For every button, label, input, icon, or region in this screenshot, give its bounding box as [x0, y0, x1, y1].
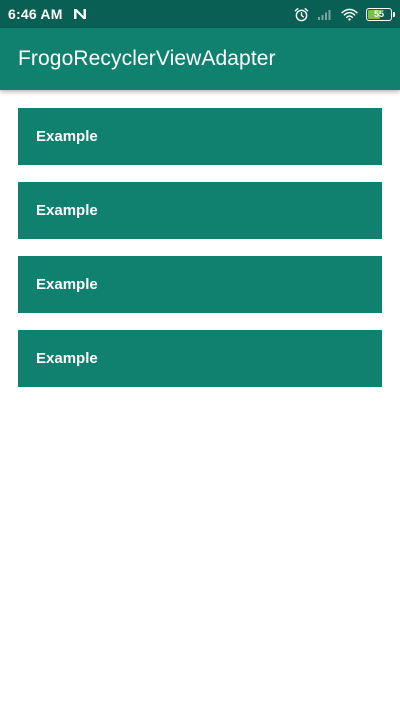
list-item[interactable]: Example: [18, 108, 382, 165]
wifi-icon: [341, 8, 358, 21]
list-item[interactable]: Example: [18, 256, 382, 313]
app-bar: FrogoRecyclerViewAdapter: [0, 28, 400, 90]
alarm-icon: [294, 7, 309, 21]
list-item-label: Example: [36, 350, 98, 367]
status-bar: 6:46 AM 55: [0, 0, 400, 28]
status-right: 55: [294, 7, 395, 22]
list-item-label: Example: [36, 276, 98, 293]
example-list: Example Example Example Example: [18, 108, 382, 404]
signal-icon: [318, 10, 331, 20]
list-item[interactable]: Example: [18, 330, 382, 387]
app-title: FrogoRecyclerViewAdapter: [18, 47, 276, 70]
battery-level-text: 55: [373, 8, 384, 19]
list-item-label: Example: [36, 202, 98, 219]
list-item[interactable]: Example: [18, 182, 382, 239]
n-app-icon: [73, 9, 86, 19]
status-left: 6:46 AM: [8, 6, 87, 22]
battery-icon: 55: [366, 7, 395, 21]
list-item-label: Example: [36, 128, 98, 145]
status-time: 6:46 AM: [8, 6, 63, 22]
